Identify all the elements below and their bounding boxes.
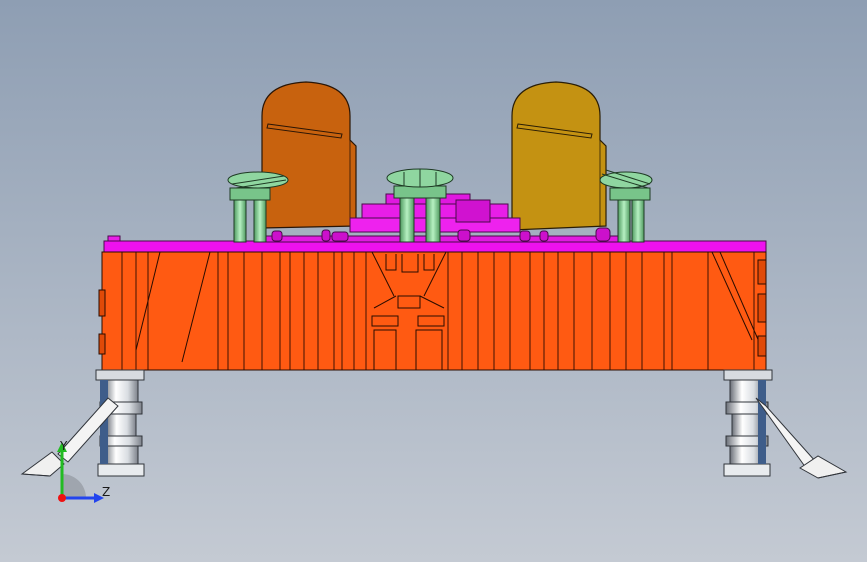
z-axis-label: Z — [102, 485, 110, 499]
right-fuel-tank — [511, 81, 607, 231]
y-axis-label: Y — [59, 439, 68, 453]
coordinate-triad[interactable]: Y Z — [40, 438, 120, 518]
main-body — [98, 251, 767, 371]
left-fuel-tank — [261, 81, 357, 229]
lander-3d-model[interactable] — [0, 0, 867, 562]
triad-quadrant — [62, 474, 86, 498]
cad-3d-viewport[interactable]: Y Z — [0, 0, 867, 562]
right-landing-leg — [723, 369, 848, 479]
x-axis-dot — [58, 494, 66, 502]
